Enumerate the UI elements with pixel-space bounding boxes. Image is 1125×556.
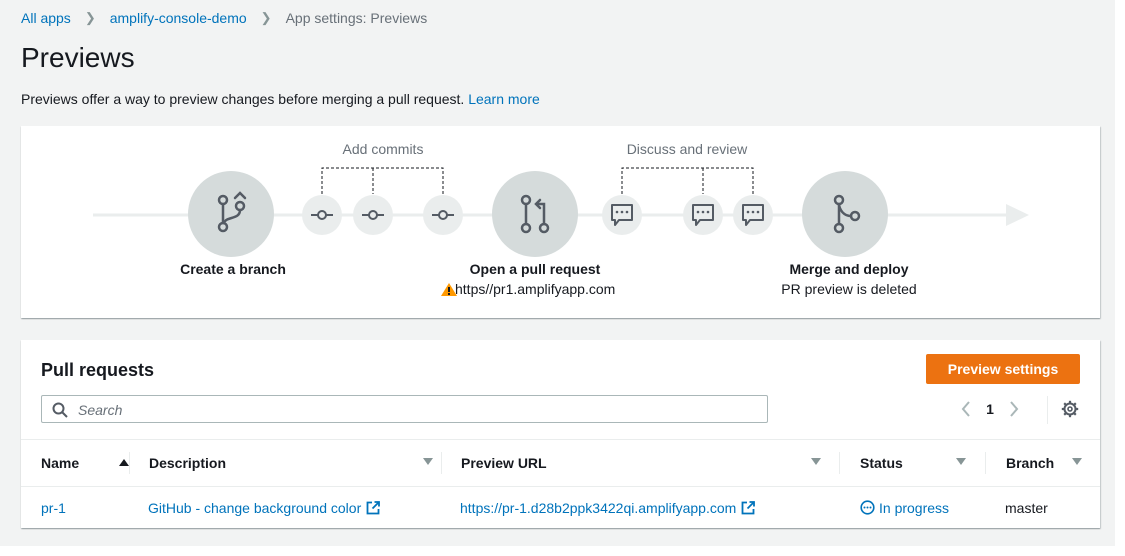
cell-name: pr-1	[41, 487, 66, 528]
pager-divider	[1047, 396, 1048, 424]
chevron-right-icon: ❯	[260, 10, 272, 25]
commit-icon	[423, 195, 463, 235]
page-description-text: Previews offer a way to preview changes …	[21, 91, 465, 107]
branch-icon	[188, 171, 274, 257]
commit-icon	[302, 195, 342, 235]
add-commits-label: Add commits	[343, 141, 424, 157]
previous-page-button[interactable]	[956, 398, 976, 420]
column-divider	[985, 452, 986, 474]
chevron-down-icon	[423, 458, 433, 465]
breadcrumb-app[interactable]: amplify-console-demo	[110, 10, 247, 26]
chevron-right-icon	[1010, 401, 1019, 417]
preview-flow-diagram: Add commits Discuss and review Create a …	[21, 126, 1100, 318]
chevron-down-icon	[956, 458, 966, 465]
discuss-label: Discuss and review	[627, 141, 748, 157]
gear-icon[interactable]	[1061, 400, 1079, 423]
cell-description: GitHub - change background color	[148, 487, 381, 528]
breadcrumb: All apps ❯ amplify-console-demo ❯ App se…	[21, 10, 427, 26]
add-commits-bracket	[321, 167, 444, 194]
pull-requests-panel: Pull requests Preview settings 1	[21, 340, 1100, 528]
external-link-icon[interactable]	[366, 500, 381, 515]
cell-branch: master	[1005, 487, 1048, 528]
column-divider	[129, 452, 130, 474]
chevron-right-icon: ❯	[84, 10, 96, 25]
discuss-bracket	[621, 167, 754, 194]
column-header-name[interactable]: Name	[41, 440, 129, 486]
chevron-left-icon	[961, 401, 970, 417]
table-row: pr-1 GitHub - change background color ht…	[21, 487, 1100, 528]
breadcrumb-current: App settings: Previews	[285, 10, 428, 26]
column-header-status-label: Status	[860, 455, 903, 471]
pull-request-icon	[492, 171, 578, 257]
comment-icon	[683, 195, 723, 235]
column-header-branch[interactable]: Branch	[1006, 440, 1082, 486]
column-header-branch-label: Branch	[1006, 455, 1055, 471]
column-header-name-label: Name	[41, 455, 80, 471]
column-header-description[interactable]: Description	[149, 440, 433, 486]
pull-requests-title: Pull requests	[41, 360, 155, 380]
chevron-down-icon	[811, 458, 821, 465]
torn-edge-bottom	[0, 546, 1125, 556]
step-merge-subtitle: PR preview is deleted	[781, 281, 916, 297]
learn-more-link[interactable]: Learn more	[468, 91, 540, 107]
preview-settings-button[interactable]: Preview settings	[926, 354, 1080, 384]
status-text: In progress	[879, 499, 950, 516]
search-icon	[52, 402, 68, 423]
breadcrumb-all-apps[interactable]: All apps	[21, 10, 71, 26]
commit-icon	[353, 195, 393, 235]
column-header-preview-url[interactable]: Preview URL	[461, 440, 821, 486]
column-header-description-label: Description	[149, 455, 227, 471]
torn-edge-right	[1115, 0, 1125, 556]
sort-ascending-icon	[119, 459, 129, 466]
branch-text: master	[1005, 499, 1048, 516]
search-input[interactable]	[76, 399, 760, 421]
cell-preview-url: https://pr-1.d28b2ppk3422qi.amplifyapp.c…	[460, 487, 756, 528]
pr-name-link[interactable]: pr-1	[41, 500, 66, 516]
search-box	[41, 395, 768, 423]
external-link-icon[interactable]	[741, 500, 756, 515]
pagination: 1	[956, 398, 1024, 420]
comment-icon	[733, 195, 773, 235]
page-number[interactable]: 1	[980, 401, 1000, 417]
timeline-arrow-icon	[1006, 204, 1029, 226]
merge-icon	[802, 171, 888, 257]
cell-status: In progress	[860, 487, 949, 528]
step-create-branch-title: Create a branch	[180, 261, 286, 277]
step-open-pr-url: https//pr1.amplifyapp.com	[455, 281, 615, 297]
comment-icon	[602, 195, 642, 235]
step-open-pr-title: Open a pull request	[470, 261, 601, 277]
page-description: Previews offer a way to preview changes …	[21, 91, 540, 107]
column-divider	[839, 452, 840, 474]
page-title: Previews	[21, 42, 135, 73]
column-divider	[441, 452, 442, 474]
column-header-preview-url-label: Preview URL	[461, 455, 547, 471]
in-progress-icon	[860, 500, 875, 515]
preview-url-link[interactable]: https://pr-1.d28b2ppk3422qi.amplifyapp.c…	[460, 500, 736, 516]
column-header-status[interactable]: Status	[860, 440, 966, 486]
pr-description-link[interactable]: GitHub - change background color	[148, 500, 361, 516]
table-header: Name Description Preview URL Status Bran…	[21, 439, 1100, 487]
step-merge-title: Merge and deploy	[789, 261, 908, 277]
status-badge: In progress	[860, 500, 949, 516]
next-page-button[interactable]	[1004, 398, 1024, 420]
chevron-down-icon	[1072, 458, 1082, 465]
